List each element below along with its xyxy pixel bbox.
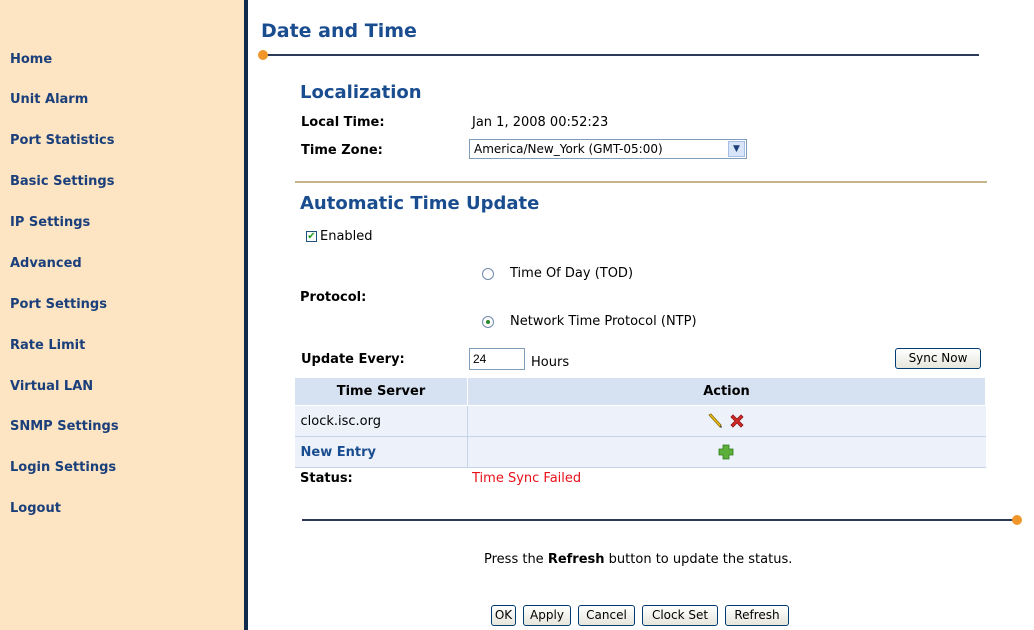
- protocol-radio-ntp[interactable]: [482, 316, 494, 328]
- protocol-label: Protocol:: [300, 290, 367, 305]
- delete-icon[interactable]: [728, 412, 746, 430]
- refresh-hint: Press the Refresh button to update the s…: [484, 552, 792, 567]
- ok-button[interactable]: OK: [491, 605, 516, 626]
- refresh-hint-prefix: Press the: [484, 552, 548, 567]
- radio-selected-indicator: [486, 320, 490, 324]
- time-server-table: Time Server Action clock.isc.org New Ent…: [294, 377, 986, 468]
- column-header-action: Action: [467, 377, 986, 406]
- add-icon[interactable]: [717, 443, 735, 461]
- enabled-checkbox[interactable]: ✔: [306, 231, 317, 242]
- local-time-value: Jan 1, 2008 00:52:23: [472, 115, 609, 130]
- time-zone-selected-value: America/New_York (GMT-05:00): [474, 142, 663, 156]
- main-content: Date and Time Localization Local Time: J…: [248, 0, 1034, 630]
- clock-set-button[interactable]: Clock Set: [642, 605, 718, 626]
- refresh-hint-bold: Refresh: [547, 552, 605, 567]
- refresh-hint-suffix: button to update the status.: [604, 552, 793, 567]
- refresh-button[interactable]: Refresh: [725, 605, 789, 626]
- page-title: Date and Time: [261, 20, 417, 42]
- protocol-option-tod-label: Time Of Day (TOD): [510, 266, 634, 281]
- add-action-cell: [467, 436, 986, 468]
- sidebar-item-ip-settings[interactable]: IP Settings: [10, 215, 90, 230]
- chevron-down-icon[interactable]: ▼: [728, 141, 745, 157]
- time-zone-label: Time Zone:: [301, 143, 383, 158]
- apply-button[interactable]: Apply: [523, 605, 571, 626]
- automatic-time-update-heading: Automatic Time Update: [300, 193, 540, 214]
- bottom-divider: [302, 519, 1016, 521]
- sidebar-item-login-settings[interactable]: Login Settings: [10, 460, 116, 475]
- edit-icon[interactable]: [706, 412, 724, 430]
- sidebar-item-port-settings[interactable]: Port Settings: [10, 297, 107, 312]
- update-every-label: Update Every:: [301, 352, 405, 367]
- enabled-label: Enabled: [320, 229, 373, 244]
- bottom-divider-dot: [1012, 515, 1022, 525]
- sidebar-item-virtual-lan[interactable]: Virtual LAN: [10, 379, 93, 394]
- sidebar-item-basic-settings[interactable]: Basic Settings: [10, 174, 114, 189]
- update-every-input[interactable]: [469, 348, 525, 370]
- action-cell: [467, 405, 986, 437]
- sidebar-item-rate-limit[interactable]: Rate Limit: [10, 338, 85, 353]
- sidebar-item-logout[interactable]: Logout: [10, 501, 61, 516]
- title-divider: [262, 54, 979, 56]
- table-row: clock.isc.org: [294, 405, 986, 437]
- sidebar-item-port-statistics[interactable]: Port Statistics: [10, 133, 114, 148]
- update-every-unit: Hours: [531, 355, 570, 370]
- localization-heading: Localization: [300, 82, 422, 103]
- sync-now-button[interactable]: Sync Now: [895, 348, 981, 369]
- sidebar-item-advanced[interactable]: Advanced: [10, 256, 82, 271]
- cancel-button[interactable]: Cancel: [578, 605, 635, 626]
- protocol-option-ntp-label: Network Time Protocol (NTP): [510, 314, 697, 329]
- time-zone-select[interactable]: America/New_York (GMT-05:00) ▼: [469, 139, 747, 159]
- sidebar-item-unit-alarm[interactable]: Unit Alarm: [10, 92, 88, 107]
- table-row-new-entry: New Entry: [294, 436, 986, 468]
- sidebar-item-snmp-settings[interactable]: SNMP Settings: [10, 419, 119, 434]
- title-divider-dot: [258, 50, 268, 60]
- time-server-cell: clock.isc.org: [294, 405, 468, 437]
- section-divider: [295, 181, 987, 183]
- sidebar: Home Unit Alarm Port Statistics Basic Se…: [0, 0, 244, 630]
- column-header-time-server: Time Server: [294, 377, 468, 406]
- local-time-label: Local Time:: [301, 115, 385, 130]
- status-label: Status:: [300, 471, 353, 486]
- protocol-radio-tod[interactable]: [482, 268, 494, 280]
- new-entry-link[interactable]: New Entry: [294, 436, 468, 468]
- sidebar-item-home[interactable]: Home: [10, 52, 52, 67]
- status-value: Time Sync Failed: [472, 471, 582, 486]
